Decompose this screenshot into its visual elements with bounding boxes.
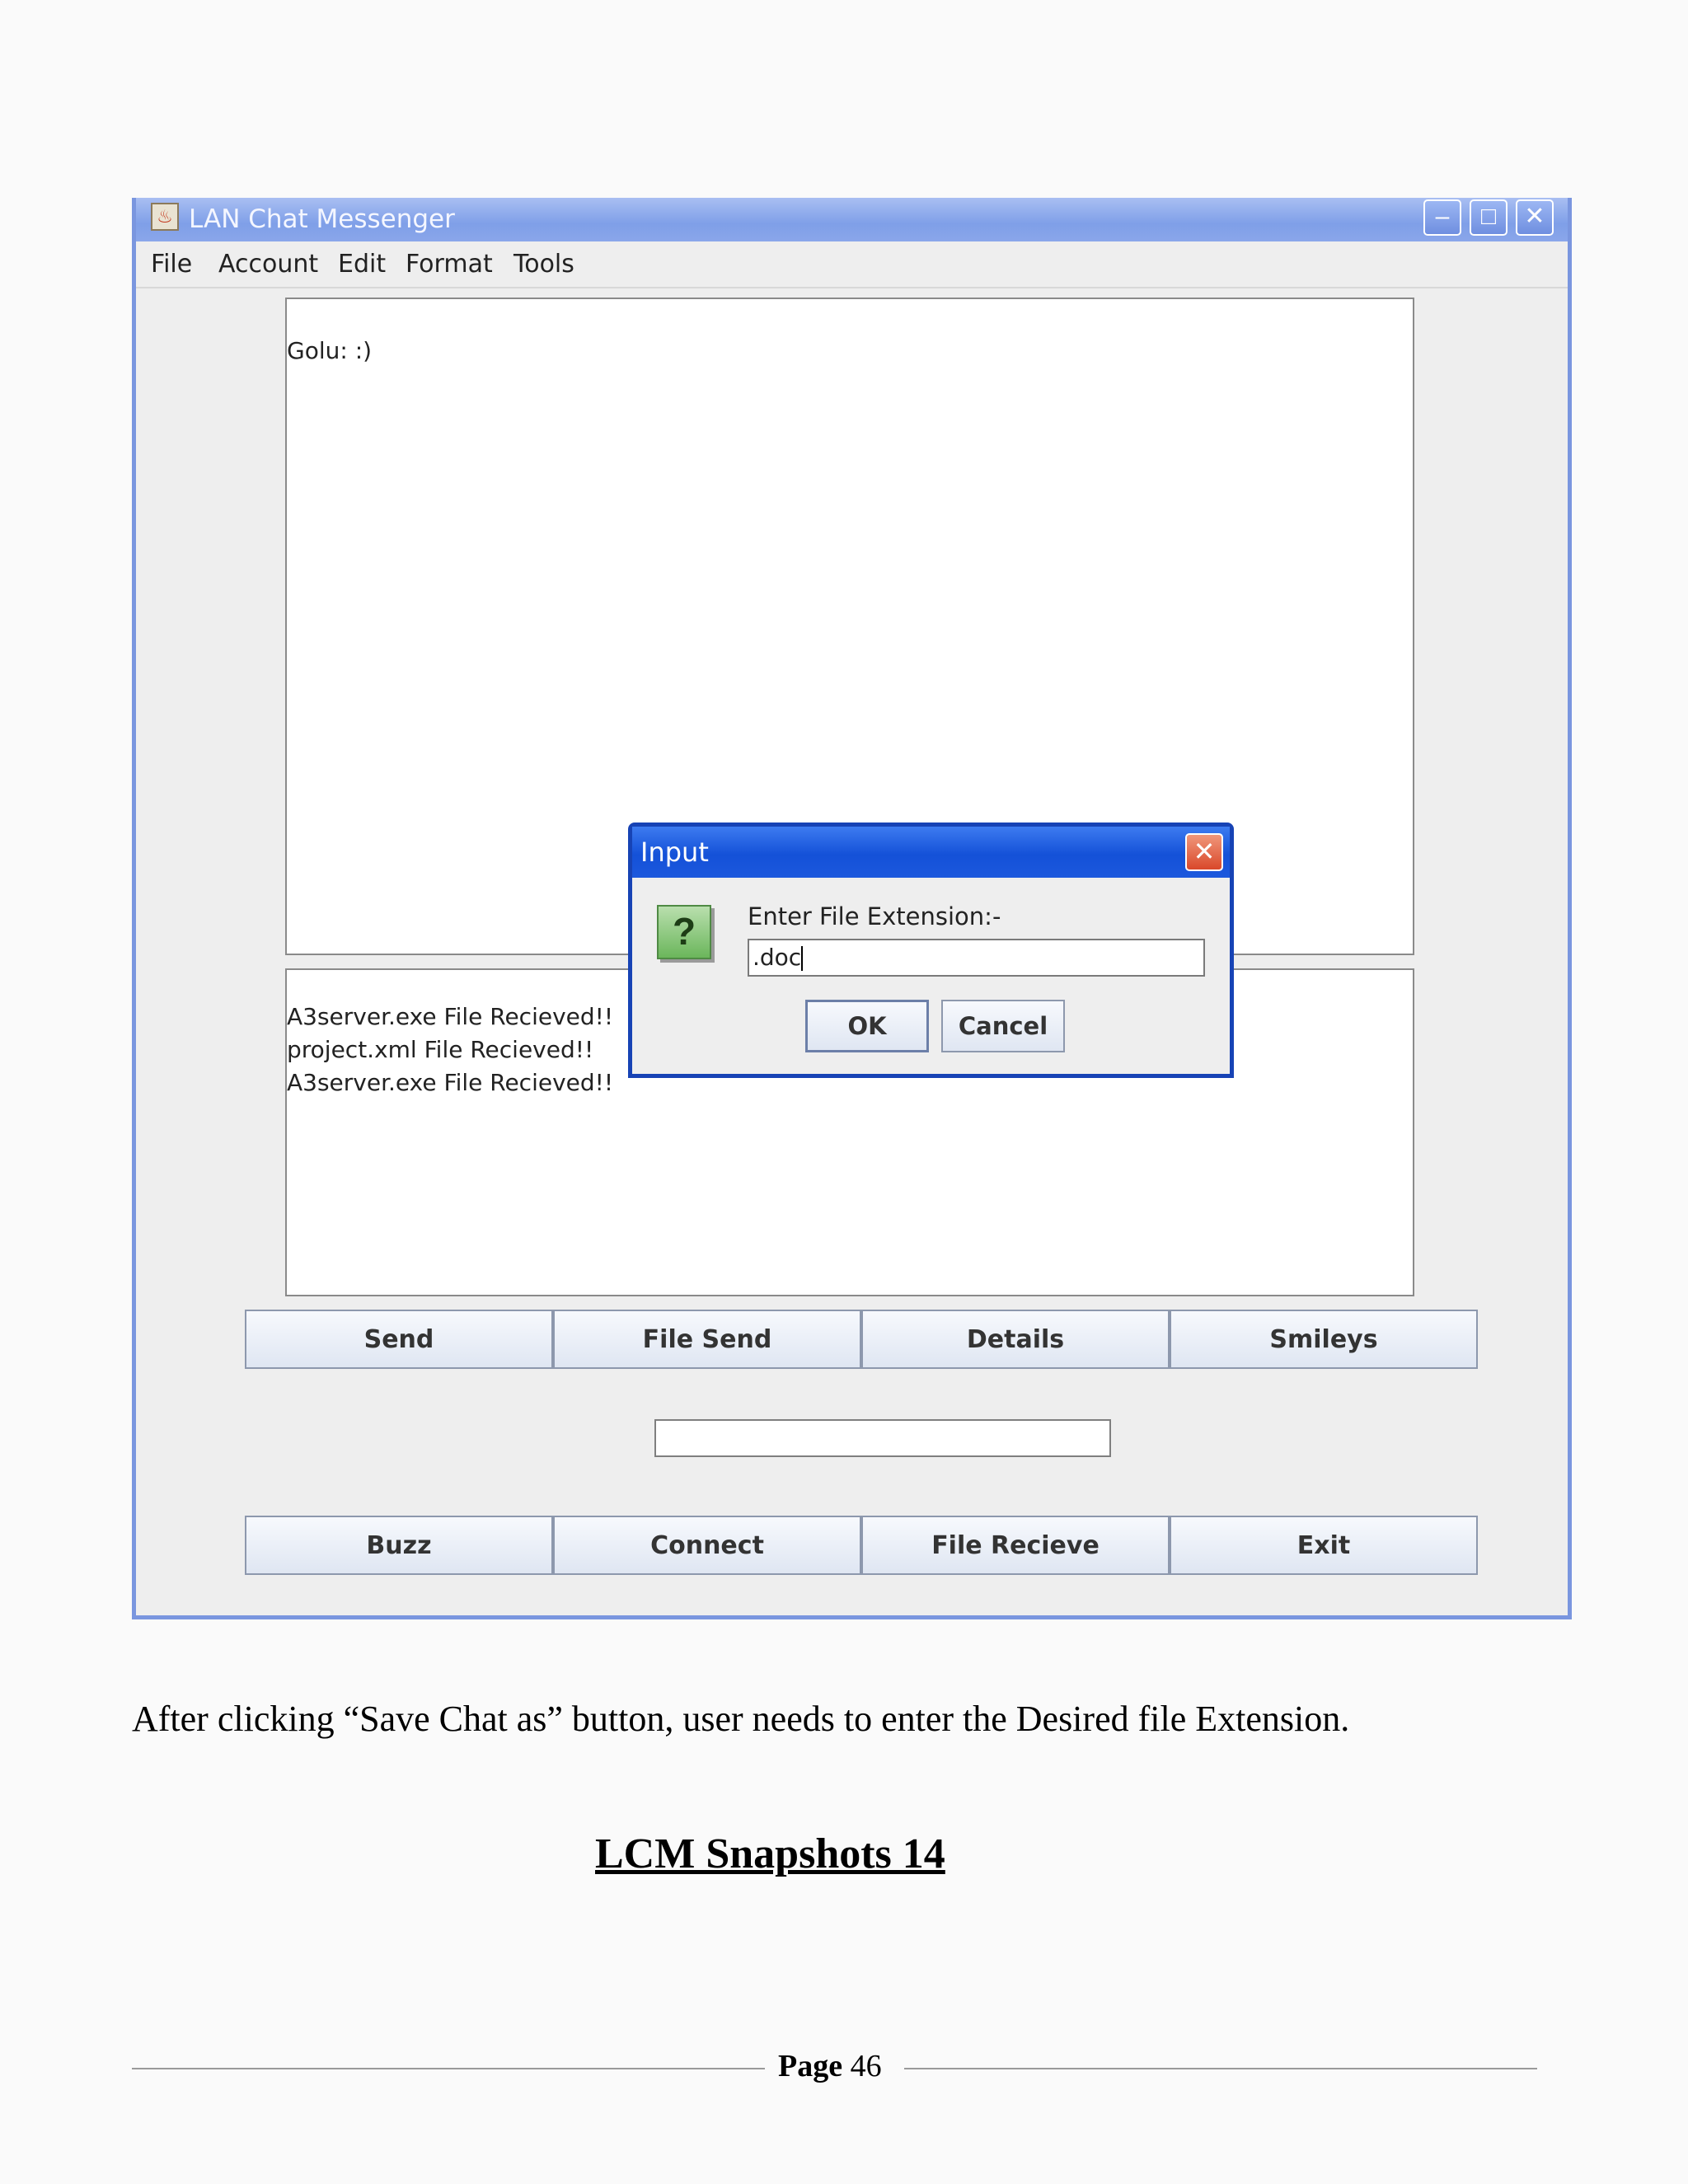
chat-message: Golu: :) [287, 337, 373, 364]
file-recieve-button[interactable]: File Recieve [861, 1516, 1170, 1575]
question-icon: ? [657, 905, 711, 959]
minimize-icon[interactable]: – [1423, 199, 1461, 236]
log-line: project.xml File Recieved!! [287, 1036, 594, 1063]
dialog-close-icon[interactable]: ✕ [1185, 833, 1223, 871]
log-line: A3server.exe File Recieved!! [287, 1069, 614, 1096]
menu-account[interactable]: Account [218, 250, 318, 279]
menu-tools[interactable]: Tools [513, 250, 574, 279]
smileys-button[interactable]: Smileys [1170, 1310, 1478, 1369]
menu-bar: File Account Edit Format Tools [136, 241, 1568, 288]
dialog-prompt: Enter File Extension:- [748, 902, 1001, 930]
file-extension-value: .doc [753, 944, 802, 971]
file-send-button[interactable]: File Send [553, 1310, 861, 1369]
document-heading: LCM Snapshots 14 [595, 1830, 945, 1877]
text-caret [801, 946, 804, 971]
document-caption: After clicking “Save Chat as” button, us… [132, 1699, 1350, 1739]
java-app-icon: ♨ [151, 203, 179, 231]
footer-rule-left [132, 2068, 765, 2069]
close-icon[interactable]: ✕ [1516, 199, 1554, 236]
title-bar[interactable]: ♨ LAN Chat Messenger – □ ✕ [136, 198, 1568, 241]
details-button[interactable]: Details [861, 1310, 1170, 1369]
menu-file[interactable]: File [151, 250, 192, 279]
send-button[interactable]: Send [245, 1310, 553, 1369]
window-title: LAN Chat Messenger [189, 204, 455, 234]
dialog-title: Input [640, 837, 709, 868]
menu-edit[interactable]: Edit [338, 250, 386, 279]
buzz-button[interactable]: Buzz [245, 1516, 553, 1575]
log-line: A3server.exe File Recieved!! [287, 1003, 614, 1030]
message-input[interactable] [654, 1419, 1111, 1457]
menu-format[interactable]: Format [406, 250, 493, 279]
lan-chat-window: ♨ LAN Chat Messenger – □ ✕ File Account … [132, 198, 1572, 1619]
dialog-title-bar[interactable]: Input ✕ [632, 827, 1230, 878]
footer-rule-right [904, 2068, 1537, 2069]
exit-button[interactable]: Exit [1170, 1516, 1478, 1575]
input-dialog: Input ✕ ? Enter File Extension:- .doc OK… [628, 823, 1234, 1078]
file-extension-input[interactable]: .doc [748, 939, 1205, 977]
footer-label: Page [778, 2049, 843, 2083]
page-footer: Page 46 [778, 2048, 882, 2084]
cancel-button[interactable]: Cancel [941, 1000, 1065, 1052]
ok-button[interactable]: OK [805, 1000, 929, 1052]
connect-button[interactable]: Connect [553, 1516, 861, 1575]
page-number: 46 [850, 2049, 882, 2083]
maximize-icon[interactable]: □ [1470, 199, 1507, 236]
